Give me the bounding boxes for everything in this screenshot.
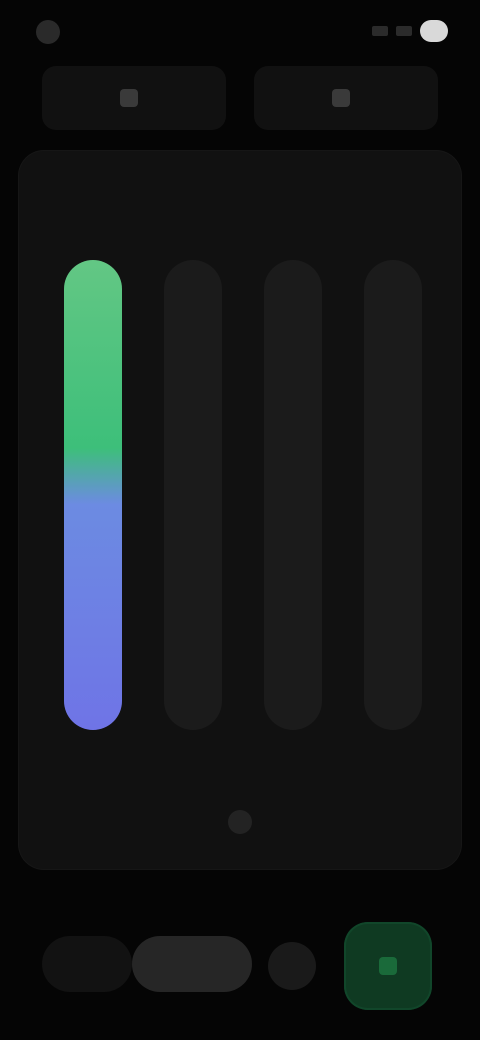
left-control-button[interactable] — [42, 936, 132, 992]
bottom-controls — [42, 916, 438, 1010]
page-indicator-dot[interactable] — [228, 810, 252, 834]
tab-second[interactable] — [254, 66, 438, 130]
middle-control-button[interactable] — [132, 936, 252, 992]
tab-first[interactable] — [42, 66, 226, 130]
bar-track-3[interactable] — [264, 260, 322, 730]
bar-track-2[interactable] — [164, 260, 222, 730]
tab-second-icon — [332, 89, 350, 107]
wifi-icon — [396, 26, 412, 36]
go-button[interactable] — [344, 922, 432, 1010]
battery-icon — [420, 20, 448, 42]
activity-card — [18, 150, 462, 870]
bar-fill-1 — [64, 260, 122, 730]
tab-first-icon — [120, 89, 138, 107]
go-icon — [379, 957, 397, 975]
status-bar — [0, 0, 480, 64]
status-icons — [372, 20, 448, 42]
small-control-button[interactable] — [268, 942, 316, 990]
bar-track-1[interactable] — [64, 260, 122, 730]
top-tabs — [42, 66, 438, 130]
bar-track-4[interactable] — [364, 260, 422, 730]
status-indicator-icon — [36, 20, 60, 44]
signal-icon — [372, 26, 388, 36]
bar-group — [64, 260, 424, 740]
